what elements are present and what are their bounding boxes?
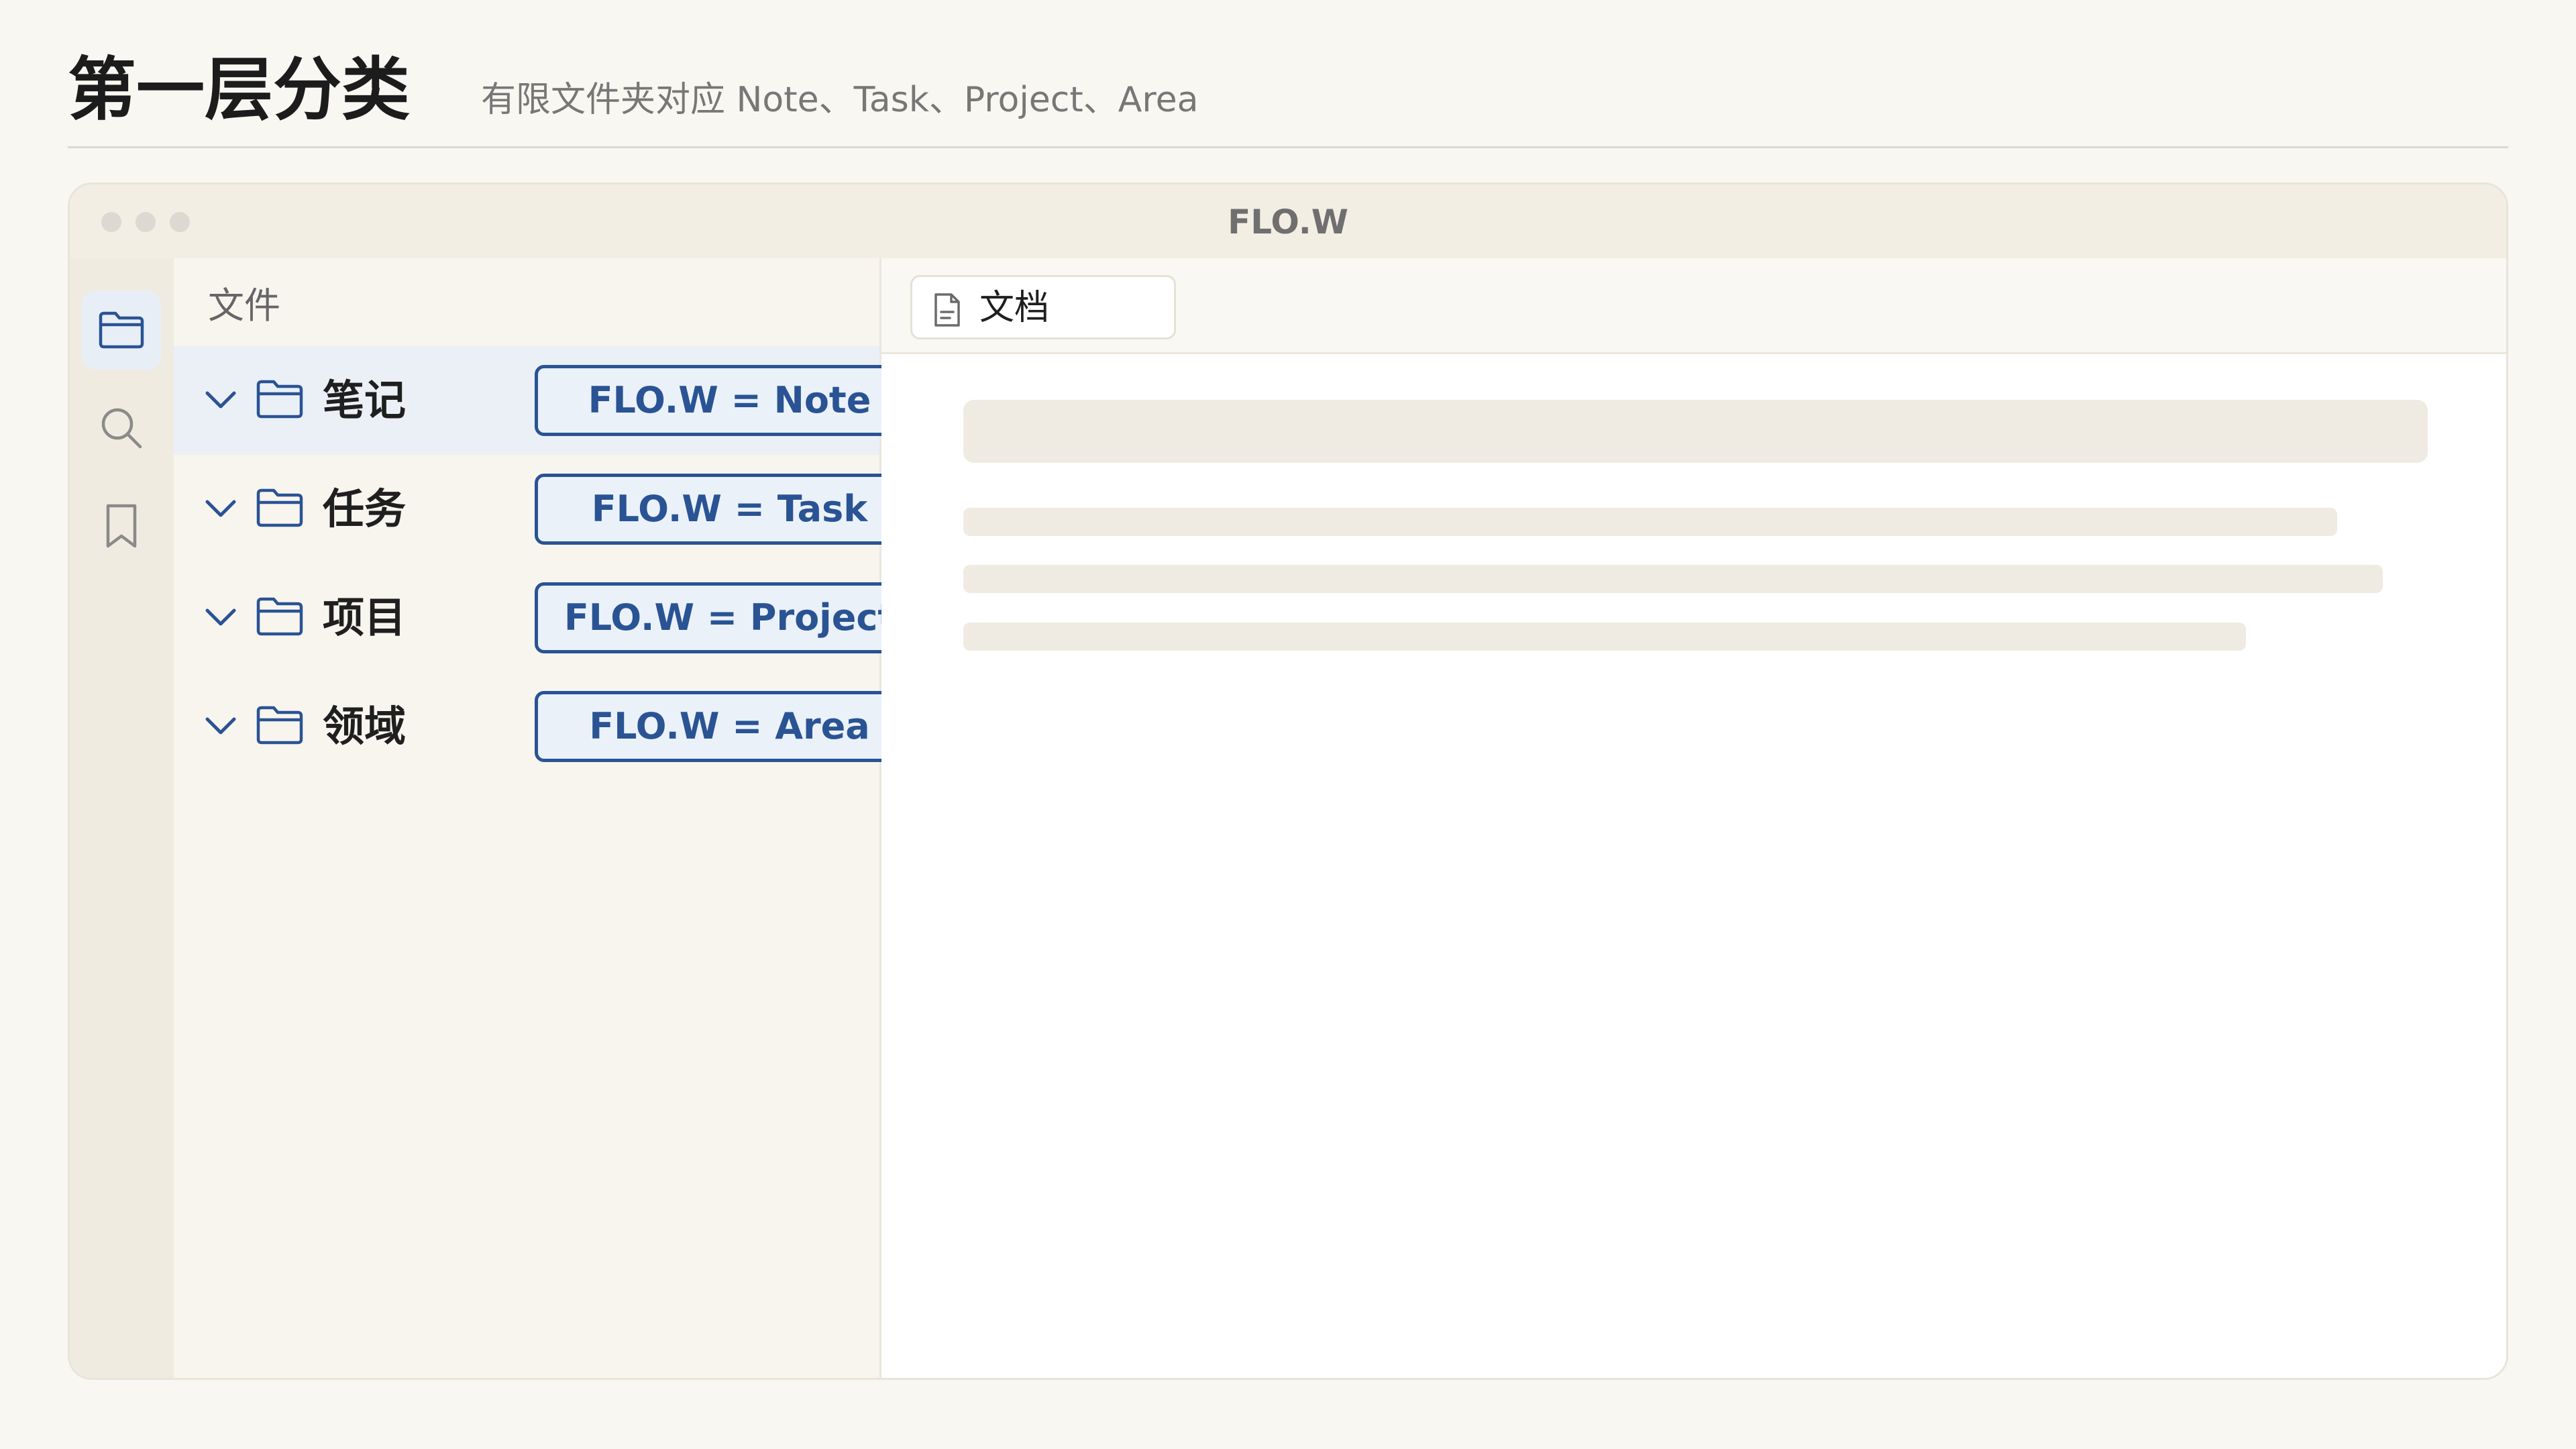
folder-icon — [256, 706, 303, 745]
mapping-badge: FLO.W = Area — [535, 691, 924, 762]
tab-strip: 文档 — [881, 258, 2506, 354]
window-title: FLO.W — [1228, 203, 1348, 241]
file-explorer: 文件 笔记 FLO.W = Note 任务 FLO.W = Task 项目 FL… — [174, 258, 924, 1378]
page-subtitle: 有限文件夹对应 Note、Task、Project、Area — [481, 80, 1199, 120]
content-placeholder-heading — [963, 400, 2428, 463]
folder-icon — [256, 597, 303, 636]
page-title: 第一层分类 — [68, 50, 410, 130]
editor-pane: 文档 — [881, 258, 2506, 1378]
chevron-down-icon[interactable] — [202, 385, 239, 416]
tab-document[interactable]: 文档 — [910, 275, 1176, 339]
mapping-badge: FLO.W = Task — [535, 474, 924, 545]
bookmark-icon — [106, 504, 137, 548]
document-icon — [934, 293, 960, 327]
content-placeholder-line — [963, 508, 2337, 536]
folder-label: 笔记 — [323, 376, 407, 425]
folder-icon — [99, 311, 144, 349]
folder-row-area[interactable]: 领域 FLO.W = Area — [174, 672, 924, 781]
files-view-button[interactable] — [82, 290, 161, 370]
app-window: FLO.W 文件 笔记 FLO.W = Note 任务 FLO.W = Task… — [68, 182, 2508, 1380]
tab-label: 文档 — [979, 288, 1050, 328]
folder-label: 领域 — [323, 702, 407, 751]
search-icon — [101, 408, 142, 449]
folder-icon — [256, 380, 303, 419]
content-placeholder-line — [963, 565, 2383, 593]
search-button[interactable] — [82, 388, 161, 468]
chevron-down-icon[interactable] — [202, 602, 239, 633]
mapping-badge: FLO.W = Note — [535, 365, 924, 436]
file-panel-header: 文件 — [208, 284, 280, 327]
folder-label: 项目 — [323, 593, 407, 642]
bookmarks-button[interactable] — [82, 486, 161, 566]
page-header: 第一层分类 有限文件夹对应 Note、Task、Project、Area — [68, 47, 2508, 148]
chevron-down-icon[interactable] — [202, 494, 239, 525]
content-placeholder-line — [963, 623, 2246, 651]
folder-icon — [256, 488, 303, 527]
folder-row-task[interactable]: 任务 FLO.W = Task — [174, 455, 924, 564]
chevron-down-icon[interactable] — [202, 711, 239, 742]
icon-rail — [70, 258, 174, 1378]
mapping-badge: FLO.W = Project — [535, 582, 924, 653]
window-titlebar[interactable]: FLO.W — [70, 184, 2506, 258]
folder-row-note[interactable]: 笔记 FLO.W = Note — [174, 346, 924, 455]
folder-label: 任务 — [323, 484, 407, 533]
folder-row-project[interactable]: 项目 FLO.W = Project — [174, 564, 924, 672]
